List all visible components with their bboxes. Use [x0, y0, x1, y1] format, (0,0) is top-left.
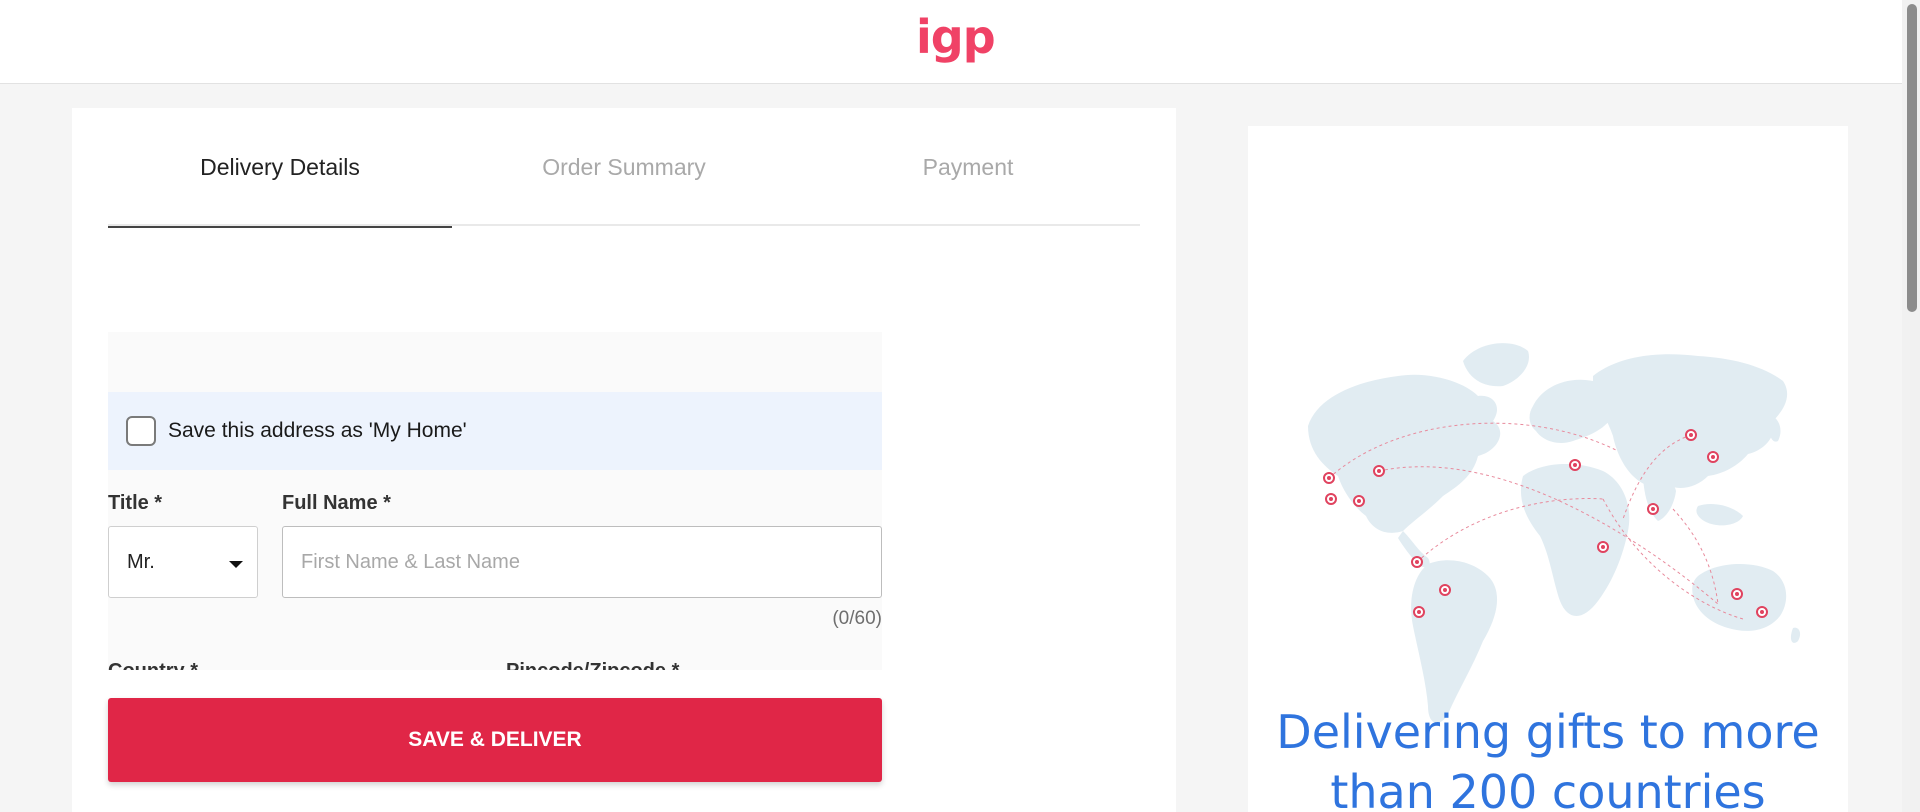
tab-order-summary[interactable]: Order Summary [452, 108, 796, 226]
checkout-steps: Delivery Details Order Summary Payment [108, 108, 1140, 228]
title-select[interactable]: Mr. [108, 526, 258, 598]
top-header: igp [0, 0, 1920, 84]
promo-line-2: than 200 countries [1330, 765, 1766, 812]
tab-payment[interactable]: Payment [796, 108, 1140, 226]
save-address-row[interactable]: Save this address as 'My Home' [108, 392, 882, 470]
page-scrollbar[interactable] [1902, 0, 1920, 812]
promo-text: Delivering gifts to more than 200 countr… [1248, 702, 1848, 812]
pincode-label: Pincode/Zipcode * [506, 660, 679, 670]
save-address-label: Save this address as 'My Home' [168, 419, 467, 442]
igp-logo[interactable]: igp [916, 14, 996, 60]
title-label: Title * [108, 492, 163, 514]
save-address-checkbox[interactable] [126, 416, 156, 446]
title-select-value: Mr. [127, 550, 155, 573]
full-name-input[interactable] [282, 526, 882, 598]
promo-line-1: Delivering gifts to more [1276, 705, 1820, 759]
caret-down-icon [229, 561, 243, 568]
promo-card: Delivering gifts to more than 200 countr… [1248, 126, 1848, 812]
full-name-char-counter: (0/60) [832, 608, 882, 629]
active-tab-indicator [108, 226, 452, 228]
tab-delivery-details[interactable]: Delivery Details [108, 108, 452, 228]
delivery-address-form: Save this address as 'My Home' Title * F… [108, 332, 882, 670]
scrollbar-thumb[interactable] [1907, 4, 1917, 312]
tab-label: Order Summary [542, 153, 706, 180]
save-and-deliver-button[interactable]: SAVE & DELIVER [108, 698, 882, 782]
country-label: Country * [108, 660, 198, 670]
checkout-card: Delivery Details Order Summary Payment S… [72, 108, 1176, 812]
full-name-label: Full Name * [282, 492, 391, 514]
tab-label: Payment [922, 153, 1014, 180]
tab-label: Delivery Details [200, 153, 360, 180]
